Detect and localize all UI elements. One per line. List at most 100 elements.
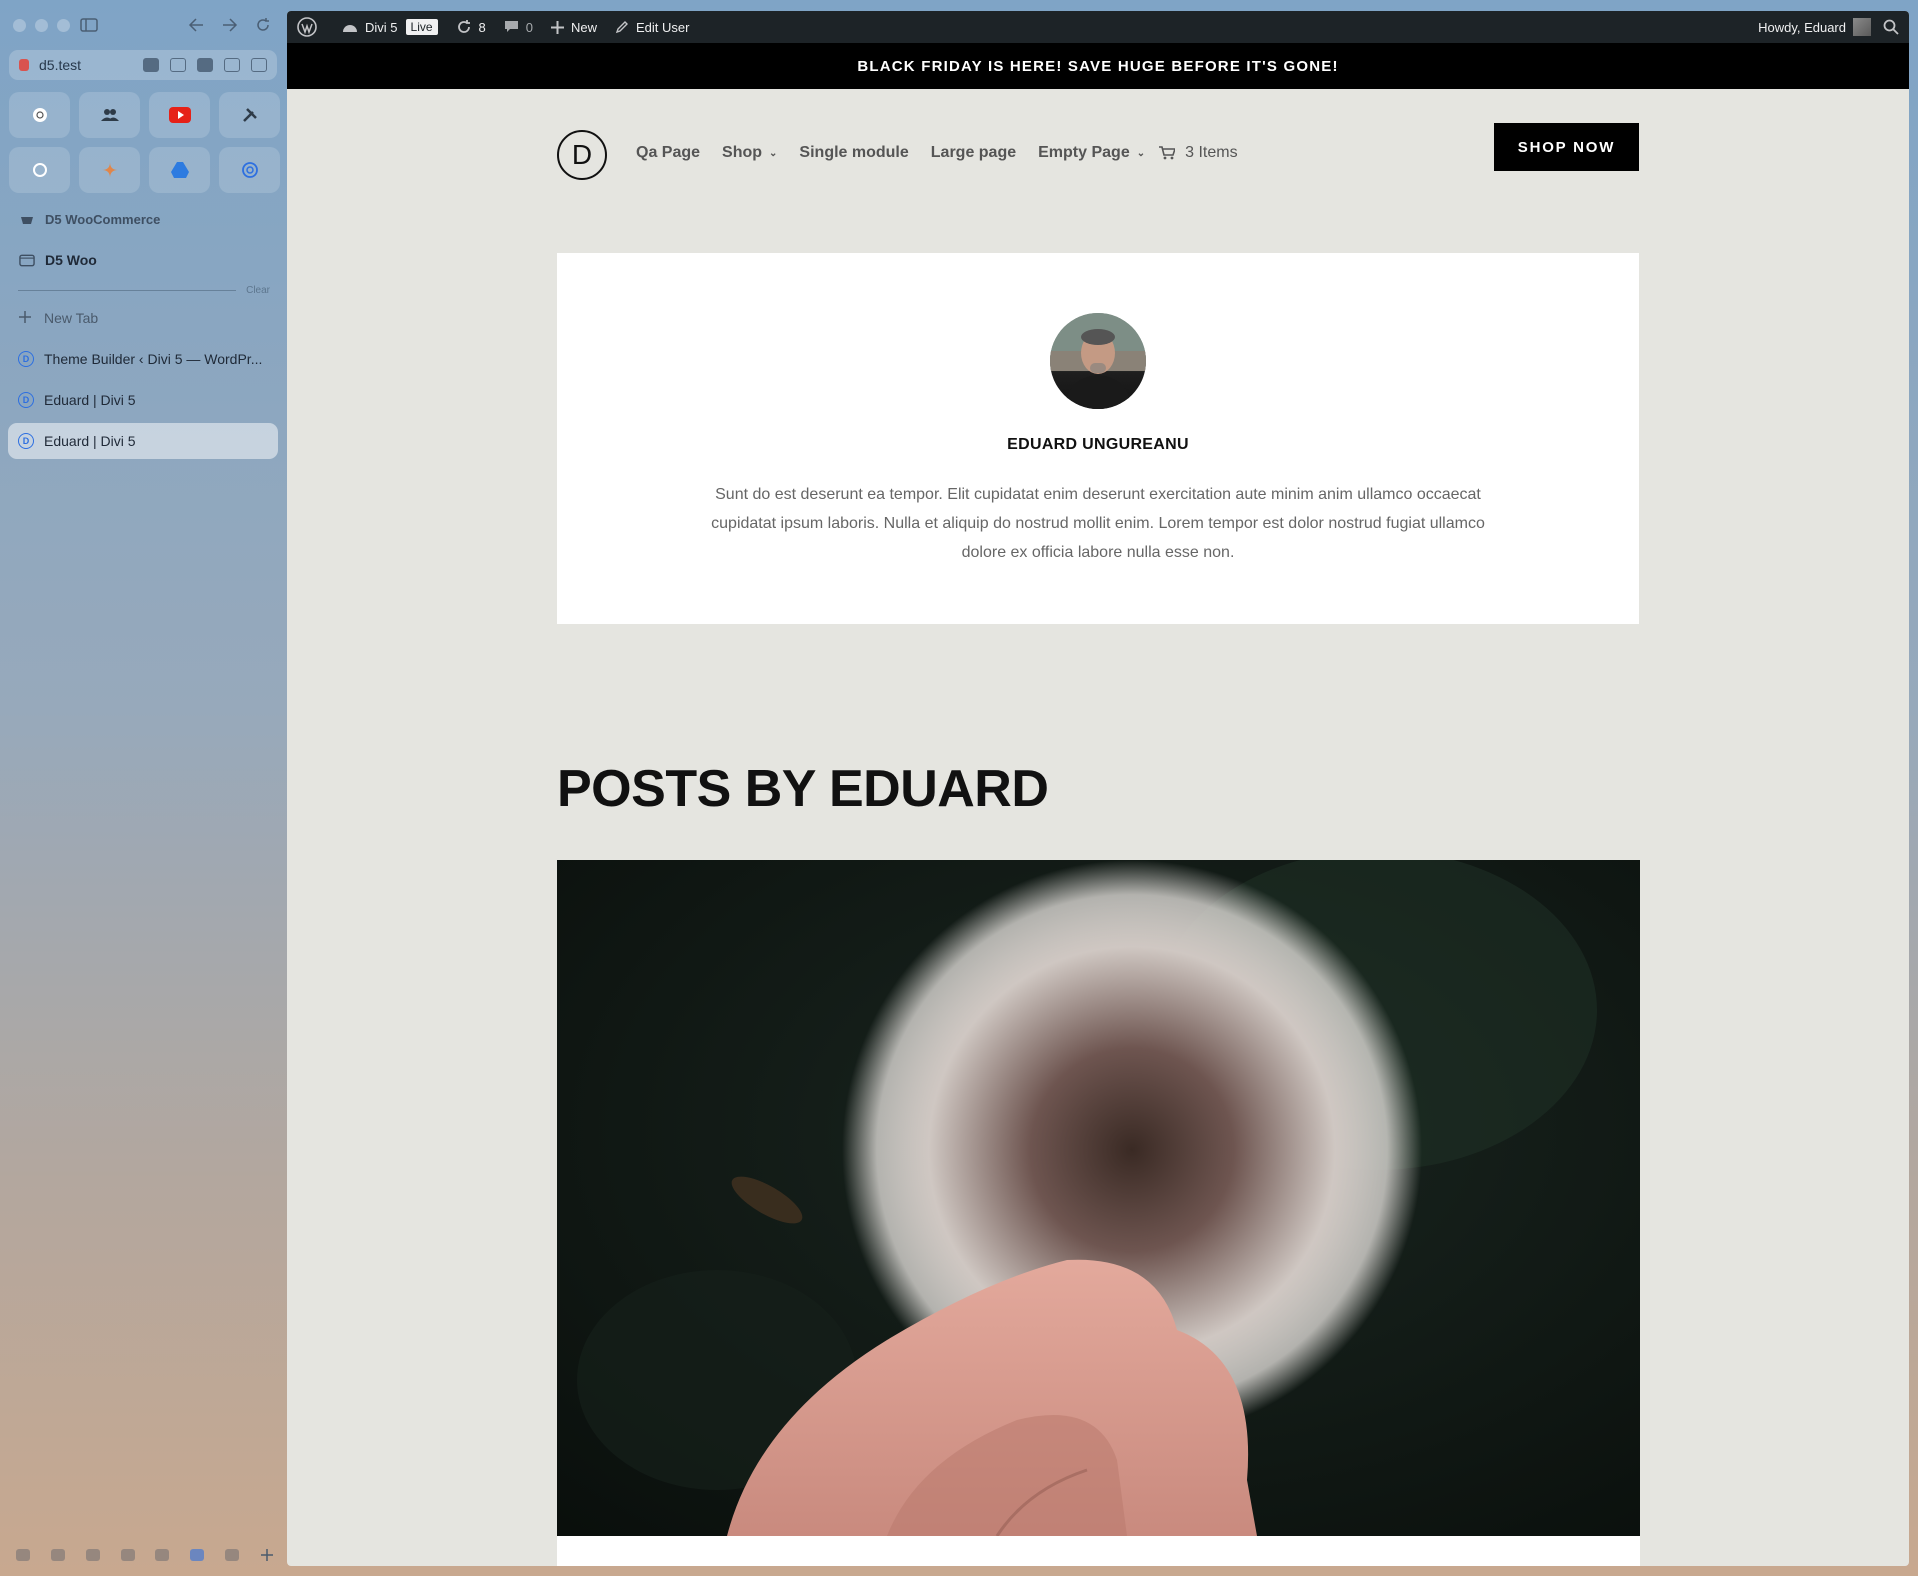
favorite-youtube-icon[interactable]: [149, 92, 210, 138]
nav-item-shop[interactable]: Shop ⌄: [722, 144, 777, 162]
comment-icon: [504, 21, 518, 32]
comments-menu[interactable]: 0: [504, 20, 533, 35]
cart-link[interactable]: 3 Items: [1159, 144, 1238, 162]
pencil-icon: [615, 21, 629, 34]
archive-icon[interactable]: [16, 1549, 30, 1561]
favorite-chatgpt-icon[interactable]: [9, 147, 70, 193]
updates-count: 8: [478, 19, 486, 35]
window-controls[interactable]: [13, 19, 70, 32]
updates-menu[interactable]: 8: [456, 19, 486, 35]
profile-icon[interactable]: [225, 1549, 240, 1561]
sidebar-toggle-icon[interactable]: [78, 14, 100, 36]
search-icon[interactable]: [1883, 19, 1899, 35]
pinned-favorites: [9, 92, 280, 193]
new-label: New: [571, 19, 598, 35]
minimize-window-button[interactable]: [35, 19, 48, 32]
greeting: Howdy, Eduard: [1758, 19, 1846, 35]
boost-icon[interactable]: [155, 1549, 170, 1561]
promo-banner: BLACK FRIDAY IS HERE! SAVE HUGE BEFORE I…: [287, 43, 1909, 89]
library-icon[interactable]: [85, 1549, 100, 1561]
edit-user-link[interactable]: Edit User: [615, 20, 689, 35]
sidebar-section-label: D5 WooCommerce: [45, 211, 161, 227]
forward-arrow-icon[interactable]: [219, 14, 241, 36]
shop-now-button[interactable]: SHOP NOW: [1494, 123, 1639, 171]
site-favicon-icon: [19, 59, 29, 71]
live-badge: Live: [405, 19, 438, 35]
author-avatar: [1050, 313, 1146, 409]
author-name: EDUARD UNGUREANU: [1007, 436, 1189, 453]
new-tab-label: New Tab: [44, 310, 99, 326]
tab-eduard-active[interactable]: D Eduard | Divi 5: [8, 423, 278, 459]
zoom-window-button[interactable]: [57, 19, 70, 32]
favorite-people-icon[interactable]: [79, 92, 140, 138]
post-featured-image[interactable]: [557, 860, 1640, 1536]
new-tab-button[interactable]: New Tab: [8, 300, 278, 336]
chevron-down-icon: ⌄: [769, 147, 778, 159]
tabs-divider: Clear: [18, 283, 270, 297]
downloads-icon[interactable]: [50, 1549, 65, 1561]
reader-icon[interactable]: [170, 58, 186, 72]
add-space-icon[interactable]: [260, 1548, 274, 1562]
wordpress-menu[interactable]: [297, 17, 324, 37]
sidebar-bottom-toolbar: [16, 1548, 274, 1562]
nav-item-empty-page[interactable]: Empty Page ⌄: [1038, 144, 1145, 162]
plus-icon: [18, 310, 34, 326]
tab-theme-builder[interactable]: D Theme Builder ‹ Divi 5 — WordPr...: [8, 341, 278, 377]
wordpress-logo-icon: [297, 17, 317, 37]
cart-count: 3 Items: [1185, 144, 1238, 161]
reload-icon[interactable]: [252, 14, 274, 36]
favorite-tools-icon[interactable]: [219, 92, 280, 138]
favorite-openai[interactable]: [9, 92, 70, 138]
site-logo[interactable]: D: [557, 130, 607, 180]
site-header: D Qa Page Shop ⌄ Single module Large page…: [287, 89, 1909, 180]
divi-favicon-icon: D: [18, 433, 34, 449]
tab-label: Eduard | Divi 5: [44, 433, 136, 449]
close-window-button[interactable]: [13, 19, 26, 32]
site-name-menu[interactable]: Divi 5 Live: [342, 19, 438, 35]
web-page: Divi 5 Live 8 0 New Edit User Howdy, Edu…: [287, 11, 1909, 1566]
post-card-body: [557, 1536, 1640, 1566]
back-arrow-icon[interactable]: [185, 14, 207, 36]
tab-label: Theme Builder ‹ Divi 5 — WordPr...: [44, 351, 263, 367]
updates-icon: [457, 20, 470, 33]
chevron-down-icon: ⌄: [1136, 147, 1146, 159]
folder-icon: [19, 252, 35, 268]
tab-label: Eduard | Divi 5: [44, 392, 136, 408]
divi-favicon-icon: D: [18, 351, 34, 367]
favorite-gemini-icon[interactable]: [79, 147, 140, 193]
divi-favicon-icon: D: [18, 392, 34, 408]
copy-link-icon[interactable]: [224, 58, 240, 72]
tab-eduard-1[interactable]: D Eduard | Divi 5: [8, 382, 278, 418]
favorite-divi-icon[interactable]: [219, 147, 280, 193]
nav-item-large-page[interactable]: Large page: [931, 144, 1016, 162]
favorite-drive-icon[interactable]: [149, 147, 210, 193]
address-bar[interactable]: d5.test: [9, 50, 277, 80]
basket-icon: [19, 211, 35, 227]
dashboard-icon: [343, 25, 357, 32]
primary-nav: Qa Page Shop ⌄ Single module Large page E…: [636, 144, 1238, 162]
notes-icon[interactable]: [120, 1549, 135, 1561]
my-account-menu[interactable]: Howdy, Eduard: [1758, 18, 1871, 36]
author-bio: Sunt do est deserunt ea tempor. Elit cup…: [711, 486, 1485, 561]
address-bar-url: d5.test: [39, 57, 82, 73]
comments-count: 0: [525, 19, 533, 35]
user-avatar: [1853, 18, 1871, 36]
space-icon[interactable]: [190, 1549, 205, 1561]
sidebar-section-d5-woocommerce[interactable]: D5 WooCommerce: [9, 202, 279, 236]
nav-item-single-module[interactable]: Single module: [799, 144, 908, 162]
info-icon[interactable]: [197, 58, 213, 72]
plus-icon: [551, 20, 564, 34]
posts-heading: POSTS BY EDUARD: [557, 760, 1049, 818]
new-content-menu[interactable]: New: [551, 20, 597, 35]
clear-tabs-button[interactable]: Clear: [246, 285, 270, 296]
edit-user-label: Edit User: [636, 19, 690, 35]
dandelion-photo: [557, 860, 1640, 1536]
sidebar-folder-d5-woo[interactable]: D5 Woo: [9, 243, 279, 277]
browser-sidebar: d5.test D5 WooCommerce D5 Woo Clear New …: [0, 0, 286, 1576]
extension-icon[interactable]: [143, 58, 159, 72]
author-card: EDUARD UNGUREANU Sunt do est deserunt ea…: [557, 253, 1639, 624]
wp-admin-bar: Divi 5 Live 8 0 New Edit User Howdy, Edu…: [287, 11, 1909, 43]
notes-icon[interactable]: [251, 58, 267, 72]
cart-icon: [1159, 146, 1176, 160]
nav-item-qa-page[interactable]: Qa Page: [636, 144, 700, 162]
